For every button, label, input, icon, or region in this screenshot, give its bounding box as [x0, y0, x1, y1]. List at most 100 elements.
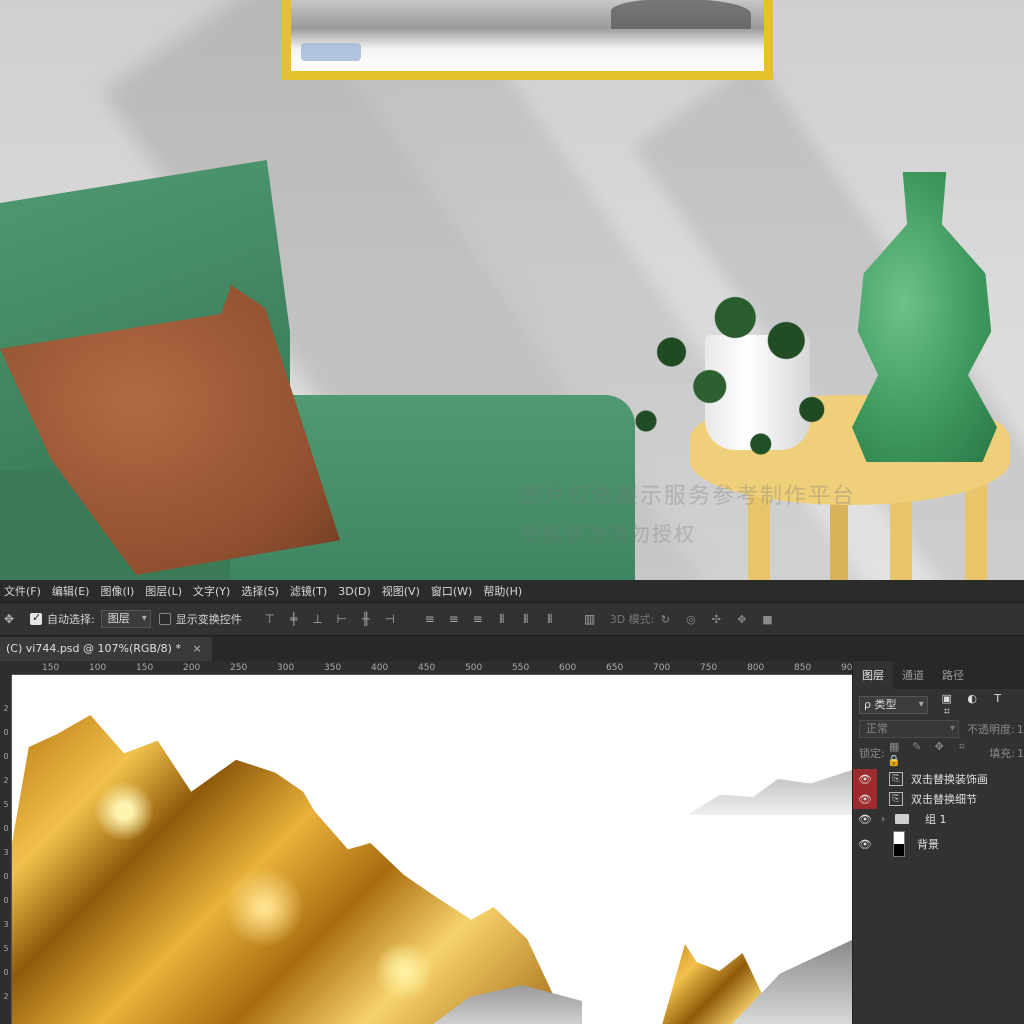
- distribute-top-icon[interactable]: ≡: [418, 612, 442, 627]
- align-bottom-icon[interactable]: ⊥: [306, 612, 330, 626]
- fill-value[interactable]: 1: [1017, 747, 1024, 760]
- menu-filter[interactable]: 滤镜(T): [286, 583, 334, 599]
- ruler-tick-label: 750: [700, 663, 718, 673]
- distribute-right-icon[interactable]: ⦀: [538, 612, 562, 627]
- vertical-ruler[interactable]: 2 0 0 2 5 0 3 0 0 3 5 0 2: [0, 675, 12, 1024]
- horizontal-ruler[interactable]: 150 100 150 200 250 300 350 400 450 500 550 600 650 7…: [12, 661, 905, 675]
- lock-position-icon[interactable]: ✥: [930, 740, 949, 753]
- distribute-bottom-icon[interactable]: ≡: [466, 612, 490, 627]
- ruler-tick-label: 600: [559, 663, 577, 673]
- ruler-tick-label: 0: [3, 752, 9, 761]
- move-tool-icon[interactable]: ✥: [4, 612, 22, 626]
- ruler-tick-label: 350: [324, 663, 342, 673]
- pan-3d-icon[interactable]: ✣: [705, 613, 727, 626]
- ruler-tick-label: 400: [371, 663, 389, 673]
- menu-3d[interactable]: 3D(D): [334, 585, 378, 598]
- smart-object-thumbnail-icon: ⎘: [889, 772, 903, 786]
- layer-name: 双击替换装饰画: [911, 773, 988, 786]
- menu-select[interactable]: 选择(S): [237, 583, 286, 599]
- folder-icon: [895, 814, 909, 824]
- menu-window[interactable]: 窗口(W): [427, 583, 479, 599]
- document-tab-bar: (C) vi744.psd @ 107%(RGB/8) * ×: [0, 637, 1024, 661]
- smart-object-thumbnail-icon: ⎘: [889, 792, 903, 806]
- ruler-tick-label: 0: [3, 728, 9, 737]
- visibility-eye-icon[interactable]: 👁: [853, 769, 877, 789]
- ruler-tick-label: 3: [3, 848, 9, 857]
- document-tab[interactable]: (C) vi744.psd @ 107%(RGB/8) * ×: [0, 637, 212, 661]
- menu-file[interactable]: 文件(F): [0, 583, 48, 599]
- lock-transparent-icon[interactable]: ▦: [885, 740, 904, 753]
- ruler-corner: [0, 661, 12, 675]
- adjustment-filter-icon[interactable]: ◐: [961, 692, 983, 705]
- align-left-icon[interactable]: ⊢: [330, 612, 354, 626]
- ruler-tick-label: 5: [3, 944, 9, 953]
- align-buttons: ⊤ ╪ ⊥ ⊢ ╫ ⊣: [258, 612, 402, 626]
- show-transform-label: 显示变换控件: [175, 613, 242, 626]
- side-table-leg: [890, 490, 912, 580]
- tab-layers[interactable]: 图层: [853, 661, 893, 689]
- ruler-tick-label: 450: [418, 663, 436, 673]
- lock-all-icon[interactable]: 🔒: [885, 754, 904, 767]
- ruler-tick-label: 2: [3, 704, 9, 713]
- document-canvas[interactable]: [12, 675, 852, 1024]
- lock-label: 锁定:: [859, 747, 885, 760]
- layer-row[interactable]: 👁 背景: [853, 829, 1024, 859]
- image-filter-icon[interactable]: ▣: [936, 692, 958, 705]
- canvas-grey-mountain: [687, 770, 852, 815]
- auto-select-target-dropdown[interactable]: 图层: [100, 610, 151, 628]
- orbit-3d-icon[interactable]: ↻: [654, 613, 676, 626]
- fill-label: 填充:: [989, 747, 1015, 760]
- align-hcenter-icon[interactable]: ╫: [354, 612, 378, 626]
- opacity-value[interactable]: 1: [1017, 723, 1024, 736]
- visibility-eye-icon[interactable]: 👁: [853, 809, 877, 829]
- chevron-right-icon[interactable]: ›: [877, 814, 889, 825]
- ruler-tick-label: 650: [606, 663, 624, 673]
- ruler-tick-label: 550: [512, 663, 530, 673]
- layer-row[interactable]: 👁 ⎘ 双击替换细节: [853, 789, 1024, 809]
- align-right-icon[interactable]: ⊣: [378, 612, 402, 626]
- tab-paths[interactable]: 路径: [933, 661, 973, 689]
- scale-3d-icon[interactable]: ■: [756, 613, 778, 626]
- blend-mode-dropdown[interactable]: 正常: [859, 720, 959, 738]
- menu-edit[interactable]: 编辑(E): [48, 583, 97, 599]
- ruler-tick-label: 700: [653, 663, 671, 673]
- menu-bar: 文件(F) 编辑(E) 图像(I) 图层(L) 文字(Y) 选择(S) 滤镜(T…: [0, 580, 1024, 602]
- ruler-tick-label: 150: [42, 663, 60, 673]
- visibility-eye-icon[interactable]: 👁: [853, 789, 877, 809]
- menu-help[interactable]: 帮助(H): [479, 583, 529, 599]
- menu-view[interactable]: 视图(V): [378, 583, 427, 599]
- distribute-vcenter-icon[interactable]: ≡: [442, 612, 466, 627]
- align-vcenter-icon[interactable]: ╪: [282, 612, 306, 626]
- auto-select-checkbox[interactable]: [30, 611, 42, 625]
- layer-row[interactable]: 👁 › 组 1: [853, 809, 1024, 829]
- tab-channels[interactable]: 通道: [893, 661, 933, 689]
- ruler-tick-label: 5: [3, 800, 9, 809]
- close-icon[interactable]: ×: [192, 642, 201, 655]
- mode-3d-controls: ↻ ◎ ✣ ✥ ■: [654, 613, 778, 626]
- layer-row[interactable]: 👁 ⎘ 双击替换装饰画: [853, 769, 1024, 789]
- menu-layer[interactable]: 图层(L): [141, 583, 189, 599]
- distribute-left-icon[interactable]: ⦀: [490, 612, 514, 627]
- ruler-tick-label: 0: [3, 896, 9, 905]
- distribute-hcenter-icon[interactable]: ⦀: [514, 612, 538, 627]
- shape-filter-icon[interactable]: ⌗: [936, 705, 958, 719]
- roll-3d-icon[interactable]: ◎: [680, 613, 702, 626]
- layer-filter-dropdown[interactable]: ρ 类型: [859, 696, 928, 714]
- menu-type[interactable]: 文字(Y): [189, 583, 237, 599]
- show-transform-checkbox[interactable]: [158, 613, 171, 625]
- mockup-preview-image: 图片仅做展示服务参考制作平台 授权修改请勿授权: [0, 0, 1024, 580]
- slide-3d-icon[interactable]: ✥: [731, 613, 753, 626]
- auto-align-icon[interactable]: ▥: [578, 612, 602, 626]
- green-vase: [852, 172, 997, 462]
- watermark-text: 授权修改请勿授权: [520, 522, 696, 546]
- ruler-tick-label: 800: [747, 663, 765, 673]
- type-filter-icon[interactable]: T: [987, 692, 1009, 705]
- frame-art-rock: [611, 0, 751, 29]
- distribute-buttons: ≡ ≡ ≡ ⦀ ⦀ ⦀: [418, 612, 562, 627]
- align-top-icon[interactable]: ⊤: [258, 612, 282, 626]
- visibility-eye-icon[interactable]: 👁: [853, 829, 877, 859]
- lock-artboard-icon[interactable]: ⌗: [952, 740, 971, 754]
- lock-pixels-icon[interactable]: ✎: [907, 740, 926, 753]
- filter-icons: ▣ ◐ T ⌗: [936, 692, 1024, 719]
- menu-image[interactable]: 图像(I): [96, 583, 141, 599]
